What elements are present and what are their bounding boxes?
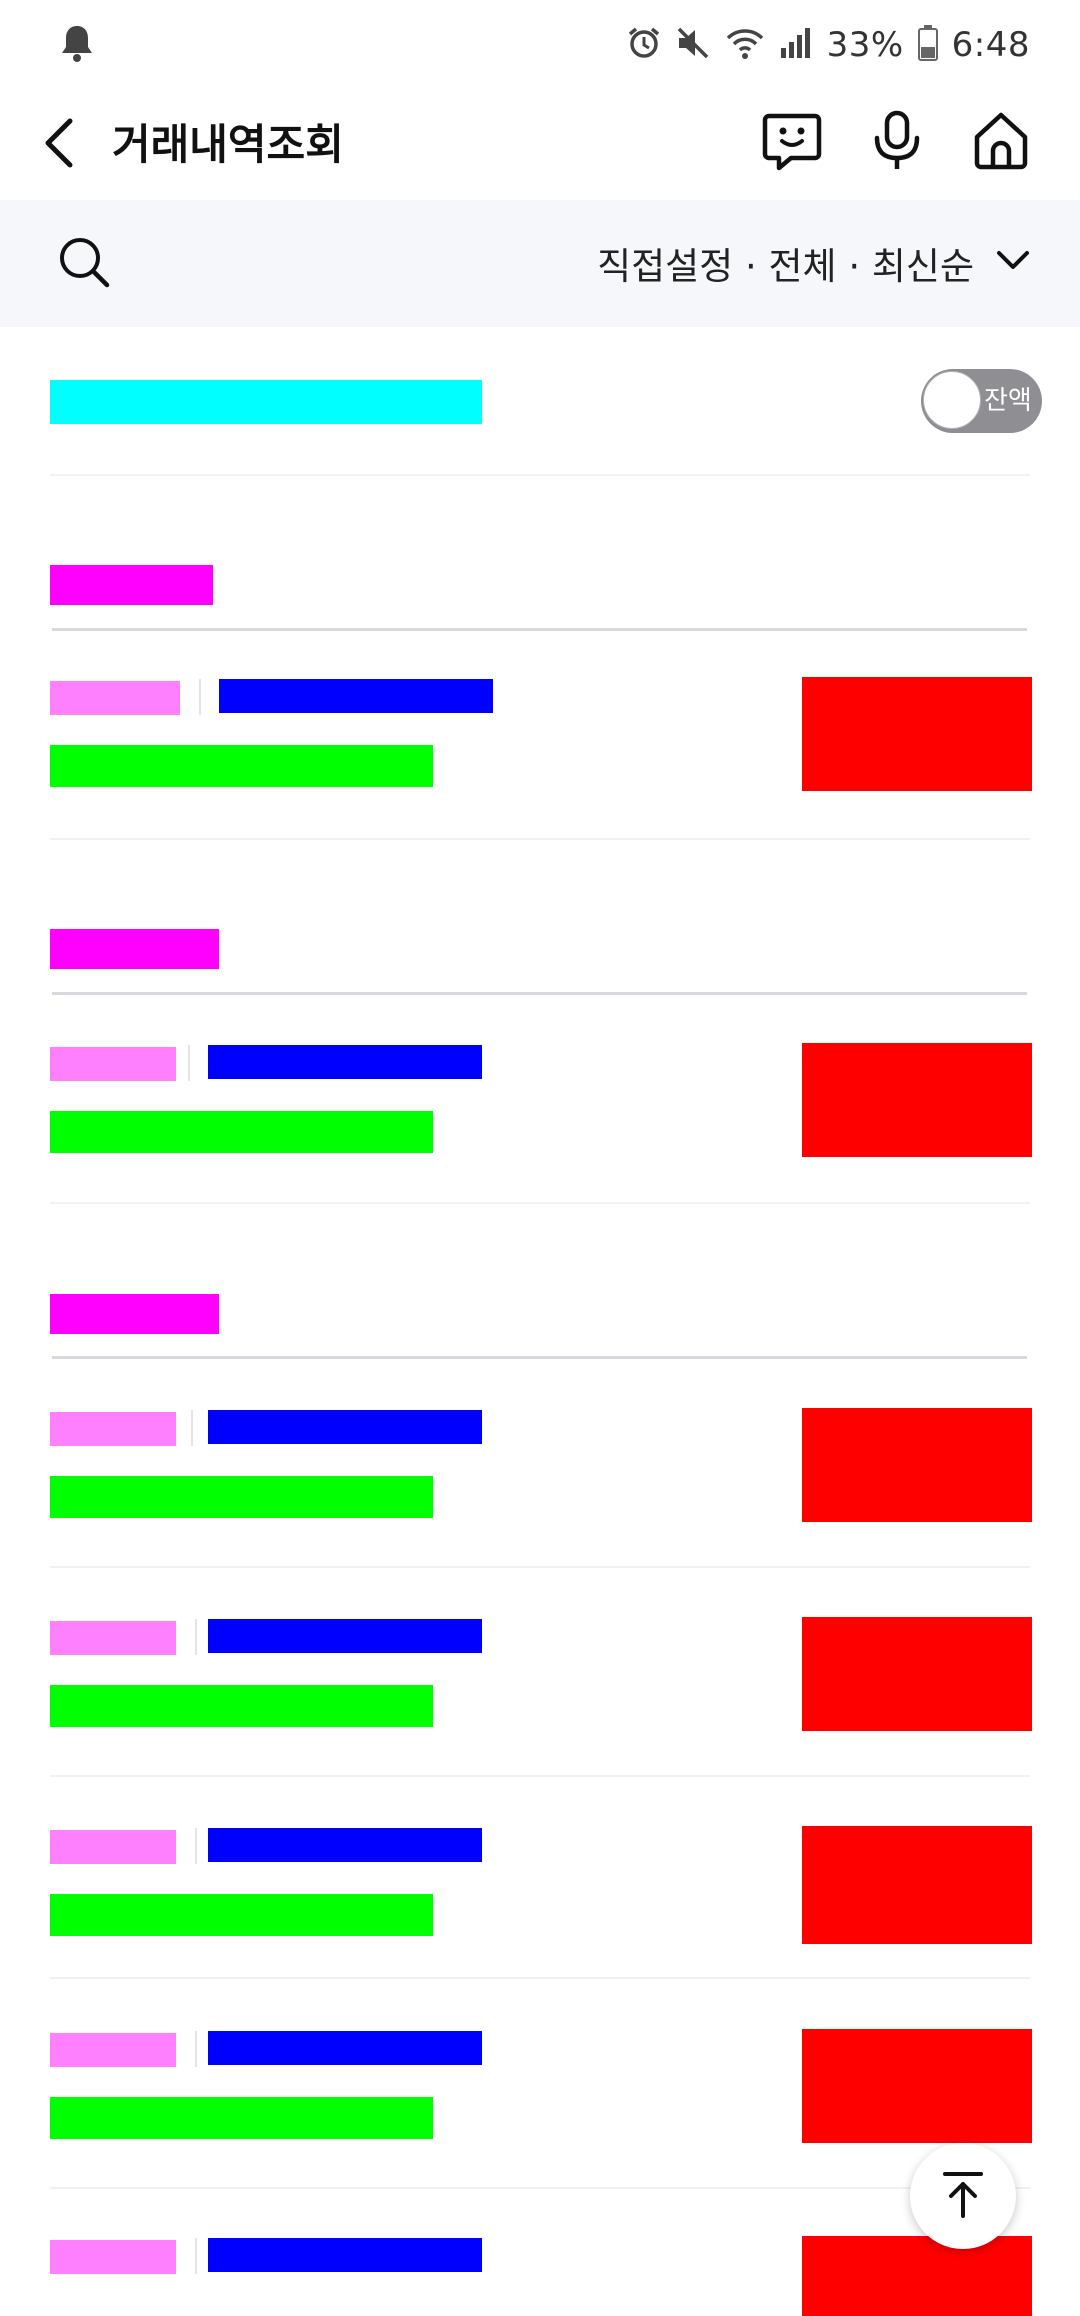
transaction-time bbox=[50, 681, 180, 715]
transaction-time bbox=[50, 1621, 176, 1655]
balance-toggle[interactable]: 잔액 bbox=[921, 369, 1042, 433]
separator bbox=[195, 1828, 197, 1864]
chatbot-icon bbox=[761, 111, 823, 175]
transaction-title bbox=[219, 679, 493, 713]
transaction-subtitle bbox=[50, 2097, 433, 2139]
divider bbox=[50, 1202, 1030, 1204]
transaction-row[interactable] bbox=[0, 677, 1080, 797]
transaction-subtitle bbox=[50, 1685, 433, 1727]
transaction-title bbox=[208, 1828, 482, 1862]
app-header: 거래내역조회 bbox=[0, 90, 1080, 200]
transaction-row[interactable] bbox=[0, 1617, 1080, 1737]
bell-icon bbox=[60, 24, 94, 68]
transaction-amount bbox=[802, 2236, 1032, 2316]
transaction-row[interactable] bbox=[0, 1826, 1080, 1946]
filter-bar: 직접설정 · 전체 · 최신순 bbox=[0, 200, 1080, 327]
microphone-icon bbox=[869, 110, 925, 176]
filter-label: 직접설정 · 전체 · 최신순 bbox=[597, 245, 974, 288]
transaction-amount bbox=[802, 1617, 1032, 1731]
transaction-amount bbox=[802, 1826, 1032, 1944]
divider bbox=[50, 1775, 1030, 1777]
transaction-time bbox=[50, 2240, 176, 2274]
home-icon bbox=[971, 111, 1031, 175]
date-header bbox=[50, 929, 219, 969]
chatbot-button[interactable] bbox=[757, 108, 827, 178]
divider bbox=[50, 1566, 1030, 1568]
clock: 6:48 bbox=[951, 25, 1030, 65]
search-icon bbox=[56, 238, 112, 294]
transaction-subtitle bbox=[50, 745, 433, 787]
divider bbox=[50, 838, 1030, 840]
transaction-amount bbox=[802, 2029, 1032, 2143]
chevron-down-icon bbox=[996, 250, 1030, 276]
divider bbox=[50, 1977, 1030, 1979]
filter-dropdown[interactable]: 직접설정 · 전체 · 최신순 bbox=[597, 230, 1030, 296]
transaction-title bbox=[208, 1619, 482, 1653]
transaction-subtitle bbox=[50, 1476, 433, 1518]
transaction-title bbox=[208, 1410, 482, 1444]
separator bbox=[195, 2238, 197, 2274]
back-arrow-icon bbox=[44, 118, 74, 172]
transaction-row[interactable] bbox=[0, 1408, 1080, 1528]
date-header bbox=[50, 565, 213, 605]
date-divider bbox=[52, 992, 1027, 995]
balance-toggle-label: 잔액 bbox=[984, 386, 1032, 416]
battery-icon bbox=[917, 25, 938, 65]
date-header bbox=[50, 1294, 219, 1334]
transaction-title bbox=[208, 1045, 482, 1079]
page-title: 거래내역조회 bbox=[112, 120, 344, 169]
scroll-to-top-button[interactable] bbox=[910, 2143, 1016, 2249]
divider bbox=[50, 474, 1030, 476]
account-summary bbox=[50, 380, 482, 424]
separator bbox=[191, 1410, 193, 1446]
transaction-time bbox=[50, 2033, 176, 2067]
separator bbox=[195, 2031, 197, 2067]
divider bbox=[50, 2187, 1030, 2189]
separator bbox=[199, 679, 201, 715]
date-divider bbox=[52, 628, 1027, 631]
transaction-title bbox=[208, 2238, 482, 2272]
transaction-amount bbox=[802, 1043, 1032, 1157]
toggle-knob bbox=[923, 371, 981, 429]
transaction-row[interactable] bbox=[0, 2236, 1080, 2316]
voice-button[interactable] bbox=[862, 108, 932, 178]
search-button[interactable] bbox=[56, 234, 116, 294]
transaction-time bbox=[50, 1830, 176, 1864]
back-button[interactable] bbox=[44, 112, 88, 178]
transaction-title bbox=[208, 2031, 482, 2065]
arrow-up-to-top-icon bbox=[941, 2170, 985, 2222]
status-bar: 33% 6:48 bbox=[0, 0, 1080, 90]
mute-icon bbox=[675, 26, 711, 64]
wifi-icon bbox=[725, 26, 765, 64]
transaction-time bbox=[50, 1412, 176, 1446]
transaction-subtitle bbox=[50, 1894, 433, 1936]
separator bbox=[195, 1619, 197, 1655]
transaction-amount bbox=[802, 1408, 1032, 1522]
transaction-amount bbox=[802, 677, 1032, 791]
transaction-row[interactable] bbox=[0, 2029, 1080, 2149]
home-button[interactable] bbox=[966, 108, 1036, 178]
transaction-subtitle bbox=[50, 1111, 433, 1153]
signal-icon bbox=[779, 26, 813, 64]
separator bbox=[188, 1045, 190, 1081]
transaction-row[interactable] bbox=[0, 1043, 1080, 1163]
alarm-icon bbox=[627, 26, 661, 64]
transaction-time bbox=[50, 1047, 176, 1081]
date-divider bbox=[52, 1356, 1027, 1359]
battery-percent: 33% bbox=[826, 25, 904, 65]
